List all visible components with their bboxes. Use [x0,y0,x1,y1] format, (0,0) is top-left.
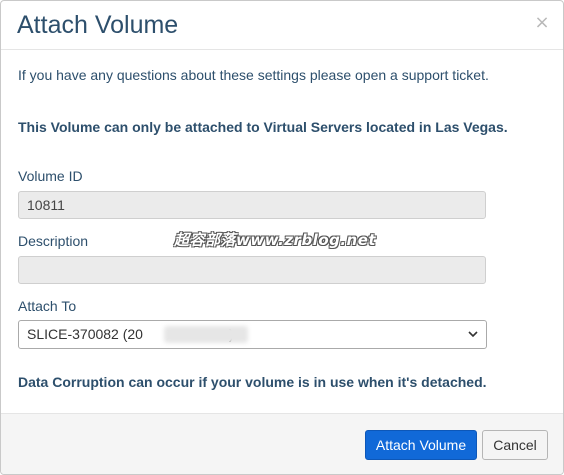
attach-volume-dialog: Attach Volume × If you have any question… [0,0,564,475]
close-icon[interactable]: × [534,13,550,33]
watermark: 超容部落www.zrblog.net [174,231,377,249]
chevron-down-icon [468,331,478,338]
cancel-button[interactable]: Cancel [482,430,548,460]
attach-to-select[interactable]: SLICE-370082 (20) [18,320,487,349]
description-field[interactable] [18,256,486,284]
dialog-footer: Attach Volume Cancel [1,413,563,474]
description-label: Description [18,233,89,249]
volume-id-field[interactable]: 10811 [18,191,486,219]
attach-volume-button[interactable]: Attach Volume [365,430,477,460]
dialog-title: Attach Volume [17,11,179,39]
attach-to-label: Attach To [18,298,77,314]
redacted-blur [164,326,248,343]
dialog-header: Attach Volume × [1,1,563,50]
volume-id-label: Volume ID [18,168,83,184]
detach-warning: Data Corruption can occur if your volume… [18,374,487,390]
intro-text: If you have any questions about these se… [18,67,489,83]
location-notice: This Volume can only be attached to Virt… [18,119,508,135]
attach-to-selected-text: SLICE-370082 (20 [27,326,143,342]
